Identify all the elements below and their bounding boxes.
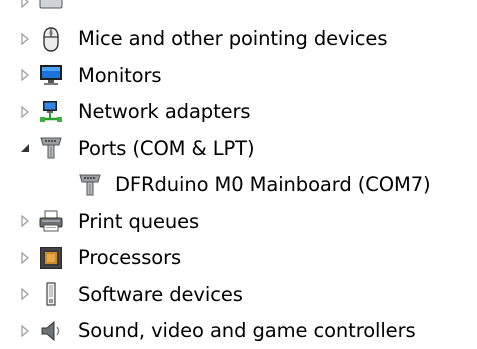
- network-adapter-icon: [38, 99, 64, 125]
- tree-item-label: Print queues: [78, 212, 199, 232]
- software-device-icon: [38, 281, 64, 307]
- tree-item-print-queues[interactable]: Print queues: [0, 203, 477, 240]
- port-icon: [38, 135, 64, 161]
- expand-arrow-icon[interactable]: [14, 284, 36, 304]
- tree-item-label: DFRduino M0 Mainboard (COM7): [115, 175, 431, 195]
- tree-item-label: Software devices: [78, 285, 243, 305]
- tree-item-processors[interactable]: Processors: [0, 240, 477, 277]
- tree-item-label: Monitors: [78, 66, 161, 86]
- tree-item-keyboards[interactable]: [0, 0, 477, 21]
- mouse-icon: [38, 26, 64, 52]
- monitor-icon: [38, 62, 64, 88]
- tree-item-sound-video-game[interactable]: Sound, video and game controllers: [0, 313, 477, 349]
- expand-arrow-icon[interactable]: [14, 248, 36, 268]
- expand-arrow-icon[interactable]: [14, 321, 36, 341]
- tree-item-ports[interactable]: Ports (COM & LPT): [0, 130, 477, 167]
- keyboard-icon: [38, 0, 64, 15]
- speaker-icon: [38, 318, 64, 344]
- tree-item-dfrduino-m0[interactable]: DFRduino M0 Mainboard (COM7): [0, 167, 477, 204]
- port-icon: [77, 172, 103, 198]
- tree-item-label: Sound, video and game controllers: [78, 321, 416, 341]
- processor-icon: [38, 245, 64, 271]
- expand-arrow-icon[interactable]: [14, 0, 36, 12]
- expand-arrow-icon[interactable]: [14, 29, 36, 49]
- expand-arrow-icon[interactable]: [14, 211, 36, 231]
- expand-arrow-icon[interactable]: [14, 102, 36, 122]
- tree-item-label: Mice and other pointing devices: [78, 29, 387, 49]
- expand-arrow-icon[interactable]: [14, 65, 36, 85]
- printer-icon: [38, 208, 64, 234]
- tree-item-label: Network adapters: [78, 102, 251, 122]
- tree-item-mice[interactable]: Mice and other pointing devices: [0, 21, 477, 58]
- tree-item-label: Processors: [78, 248, 181, 268]
- collapse-arrow-icon[interactable]: [14, 138, 36, 158]
- tree-item-label: Ports (COM & LPT): [78, 139, 254, 159]
- tree-item-monitors[interactable]: Monitors: [0, 57, 477, 94]
- device-tree: Mice and other pointing devices Monitors: [0, 0, 477, 349]
- tree-item-network-adapters[interactable]: Network adapters: [0, 94, 477, 131]
- tree-item-software-devices[interactable]: Software devices: [0, 276, 477, 313]
